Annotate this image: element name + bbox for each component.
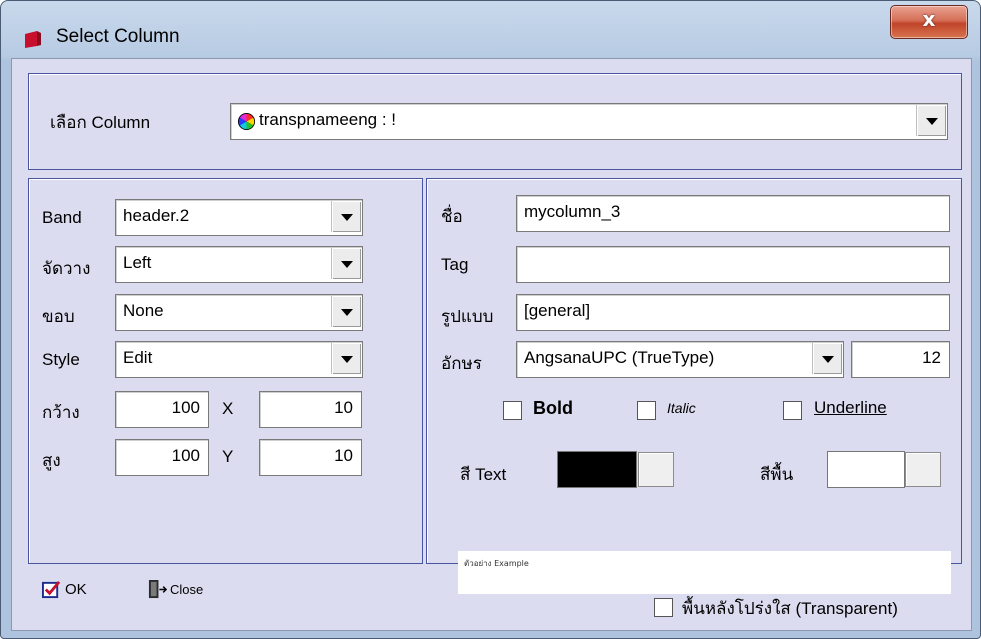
- column-select-label: เลือก Column: [50, 113, 151, 132]
- font-dropdown[interactable]: AngsanaUPC (TrueType): [516, 341, 844, 378]
- y-input[interactable]: 10: [259, 439, 362, 476]
- column-select-dropdown[interactable]: transpnameeng : !: [230, 103, 948, 140]
- y-value: 10: [334, 446, 353, 465]
- font-preview: ตัวอย่าง Example: [458, 551, 951, 594]
- x-input[interactable]: 10: [259, 391, 362, 428]
- x-label: X: [222, 399, 234, 418]
- ok-button[interactable]: OK: [42, 578, 112, 604]
- width-value: 100: [171, 398, 200, 417]
- align-dropdown[interactable]: Left: [115, 246, 363, 283]
- layout-group: Band header.2 จัดวาง Left ขอบ None Style…: [28, 178, 423, 564]
- underline-checkbox[interactable]: [783, 401, 802, 420]
- font-label: อักษร: [441, 354, 482, 373]
- y-label: Y: [222, 447, 234, 466]
- close-button[interactable]: Close: [148, 578, 238, 604]
- font-value: AngsanaUPC (TrueType): [524, 348, 715, 367]
- ok-label: OK: [65, 581, 87, 598]
- text-color-picker-button[interactable]: [638, 452, 674, 487]
- format-value: [general]: [524, 301, 591, 320]
- checkmark-icon: [42, 580, 61, 599]
- font-size-input[interactable]: 12: [851, 341, 950, 378]
- style-label: Style: [42, 350, 80, 369]
- transparent-label: พื้นหลังโปร่งใส (Transparent): [682, 599, 898, 618]
- properties-group: ชื่อ mycolumn_3 Tag รูปแบบ [general] อัก…: [426, 178, 962, 564]
- color-wheel-icon: [237, 112, 256, 131]
- format-label: รูปแบบ: [441, 307, 494, 326]
- dialog-body: เลือก Column transpnameeng : ! Band head…: [11, 58, 972, 631]
- align-value: Left: [123, 253, 152, 272]
- bg-color-label: สีพื้น: [760, 465, 794, 484]
- chevron-down-icon[interactable]: [331, 296, 361, 327]
- width-label: กว้าง: [42, 403, 80, 422]
- name-label: ชื่อ: [441, 207, 463, 226]
- width-input[interactable]: 100: [115, 391, 209, 428]
- tag-input[interactable]: [516, 246, 950, 283]
- height-label: สูง: [42, 451, 61, 470]
- bold-label: Bold: [533, 398, 573, 418]
- band-dropdown[interactable]: header.2: [115, 199, 363, 236]
- app-icon: [25, 31, 41, 48]
- bg-color-swatch[interactable]: [827, 451, 905, 488]
- x-value: 10: [334, 398, 353, 417]
- transparent-checkbox[interactable]: [654, 598, 673, 617]
- bg-color-picker-button[interactable]: [905, 452, 941, 487]
- close-label: Close: [170, 582, 204, 597]
- column-select-value: transpnameeng : !: [259, 110, 397, 129]
- chevron-down-icon[interactable]: [331, 248, 361, 279]
- border-value: None: [123, 301, 164, 320]
- chevron-down-icon[interactable]: [331, 343, 361, 374]
- close-window-button[interactable]: x: [890, 5, 968, 39]
- italic-label: Italic: [667, 400, 696, 416]
- format-input[interactable]: [general]: [516, 294, 950, 331]
- band-label: Band: [42, 208, 82, 227]
- name-value: mycolumn_3: [524, 202, 621, 221]
- italic-checkbox[interactable]: [637, 401, 656, 420]
- style-dropdown[interactable]: Edit: [115, 341, 363, 378]
- border-dropdown[interactable]: None: [115, 294, 363, 331]
- border-label: ขอบ: [42, 307, 75, 326]
- exit-door-icon: [148, 580, 167, 599]
- underline-label: Underline: [814, 398, 887, 417]
- tag-label: Tag: [441, 255, 469, 274]
- style-value: Edit: [123, 348, 153, 367]
- align-label: จัดวาง: [42, 259, 91, 278]
- chevron-down-icon[interactable]: [916, 105, 946, 136]
- preview-text: ตัวอย่าง Example: [464, 559, 529, 568]
- bold-checkbox[interactable]: [503, 401, 522, 420]
- chevron-down-icon[interactable]: [812, 343, 842, 374]
- chevron-down-icon[interactable]: [331, 201, 361, 232]
- text-color-label: สี Text: [460, 465, 507, 484]
- band-value: header.2: [123, 206, 190, 225]
- select-column-window: Select Column x เลือก Column transpnamee…: [0, 0, 981, 639]
- close-icon: x: [922, 7, 936, 31]
- text-color-swatch[interactable]: [557, 451, 637, 488]
- title-bar: Select Column x: [1, 1, 980, 58]
- height-input[interactable]: 100: [115, 439, 209, 476]
- column-select-group: เลือก Column transpnameeng : !: [28, 73, 962, 170]
- height-value: 100: [171, 446, 200, 465]
- window-title: Select Column: [56, 26, 180, 47]
- name-input[interactable]: mycolumn_3: [516, 195, 950, 232]
- font-size-value: 12: [922, 348, 941, 367]
